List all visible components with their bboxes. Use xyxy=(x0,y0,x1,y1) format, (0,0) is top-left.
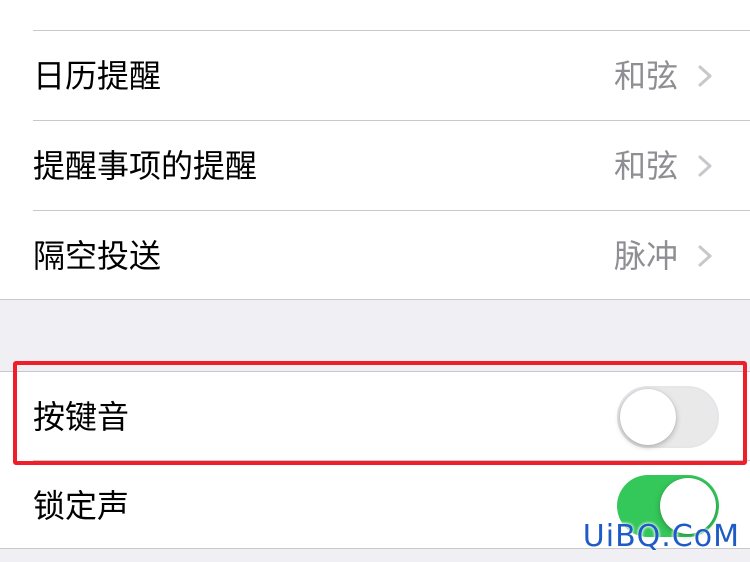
row-value: 脉冲 xyxy=(613,237,678,275)
chevron-right-icon xyxy=(698,155,712,177)
watermark: UiBQ.CoM xyxy=(582,519,740,554)
chevron-right-icon xyxy=(698,245,712,267)
row-label: 日历提醒 xyxy=(33,57,162,95)
tones-group: 日历提醒 和弦 提醒事项的提醒 和弦 隔空投送 脉冲 xyxy=(0,0,750,300)
settings-row-keyboard-clicks: 按键音 xyxy=(0,372,750,462)
row-value: 和弦 xyxy=(613,57,678,95)
settings-row-reminder-alerts[interactable]: 提醒事项的提醒 和弦 xyxy=(0,121,750,211)
row-label: 按键音 xyxy=(33,398,130,436)
sounds-settings-screen: 日历提醒 和弦 提醒事项的提醒 和弦 隔空投送 脉冲 按键音 锁定声 UiBQ.… xyxy=(0,0,750,562)
chevron-right-icon xyxy=(698,65,712,87)
row-label: 提醒事项的提醒 xyxy=(33,147,258,185)
settings-row-calendar-alerts[interactable]: 日历提醒 和弦 xyxy=(0,31,750,121)
toggle-knob xyxy=(620,389,676,445)
row-label: 锁定声 xyxy=(33,487,130,525)
settings-row-airdrop[interactable]: 隔空投送 脉冲 xyxy=(0,211,750,301)
row-value: 和弦 xyxy=(613,147,678,185)
row-label: 隔空投送 xyxy=(33,237,162,275)
settings-row-partial[interactable] xyxy=(0,0,750,30)
keyboard-clicks-toggle[interactable] xyxy=(617,386,719,448)
